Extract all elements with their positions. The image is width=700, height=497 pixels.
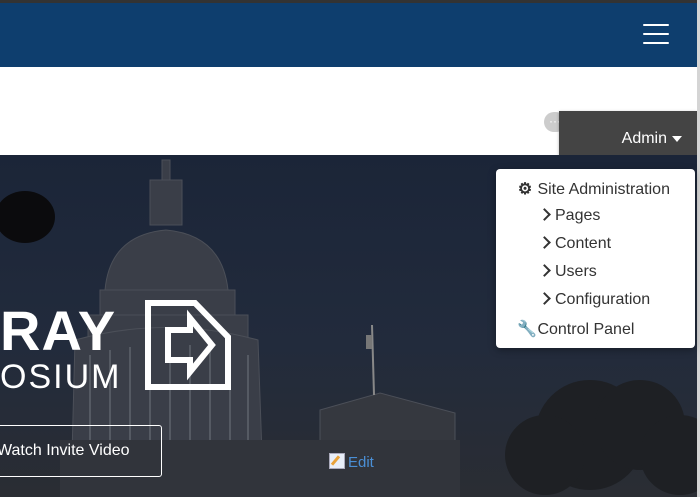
- chevron-right-icon: [538, 208, 551, 221]
- logo-title: RAY: [0, 299, 117, 362]
- wrench-icon: 🔧: [517, 321, 537, 338]
- hamburger-icon[interactable]: [643, 24, 669, 44]
- edit-link[interactable]: Edit: [329, 453, 374, 471]
- gear-icon: ⚙: [517, 181, 533, 198]
- menu-item-label: Pages: [555, 207, 601, 224]
- menu-item-label: Control Panel: [537, 321, 635, 338]
- menu-item-site-administration[interactable]: ⚙ Site Administration: [517, 179, 670, 199]
- chevron-right-icon: [538, 264, 551, 277]
- menu-item-label: Configuration: [555, 291, 651, 308]
- menu-item-configuration[interactable]: Configuration: [538, 291, 650, 309]
- menu-item-pages[interactable]: Pages: [538, 207, 600, 225]
- menu-item-control-panel[interactable]: 🔧 Control Panel: [517, 319, 634, 339]
- menu-item-users[interactable]: Users: [538, 263, 597, 281]
- watch-invite-video-button[interactable]: Watch Invite Video: [0, 425, 162, 477]
- edit-icon: [329, 453, 345, 469]
- caret-down-icon: [672, 135, 682, 142]
- logo-subtitle: OSIUM: [0, 358, 122, 396]
- chevron-right-icon: [538, 236, 551, 249]
- top-navbar: [0, 0, 697, 67]
- admin-menu-label: Admin: [622, 130, 682, 148]
- admin-dropdown-menu: ⚙ Site Administration Pages Content User…: [496, 169, 695, 348]
- menu-item-label: Content: [555, 235, 612, 252]
- edit-label: Edit: [348, 454, 374, 471]
- watch-button-label: Watch Invite Video: [0, 442, 130, 459]
- menu-item-label: Site Administration: [537, 181, 670, 198]
- menu-item-content[interactable]: Content: [538, 235, 611, 253]
- chevron-right-icon: [538, 292, 551, 305]
- menu-item-label: Users: [555, 263, 597, 280]
